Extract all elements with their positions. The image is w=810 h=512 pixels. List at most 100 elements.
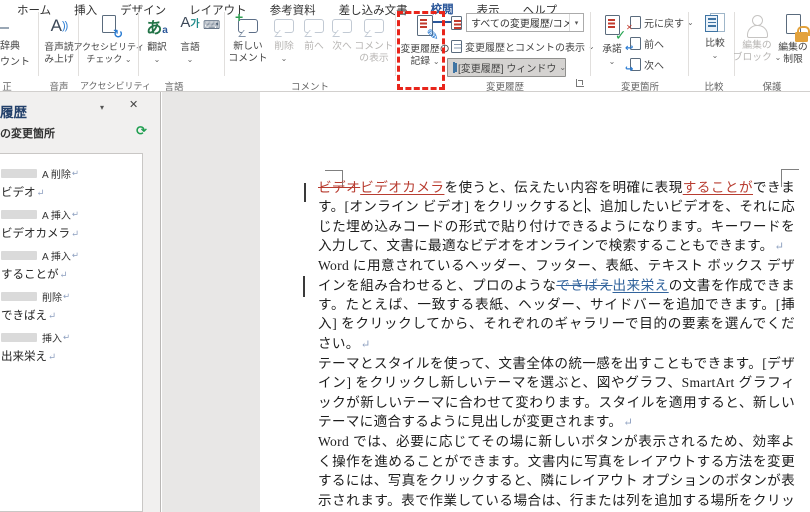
author-name-blur — [1, 292, 37, 301]
document-page[interactable]: ビデオビデオカメラを使うと、伝えたい内容を明確に表現することができます。[オンラ… — [260, 92, 810, 512]
return-mark: ↵ — [63, 291, 71, 301]
change-bar — [303, 276, 305, 297]
revision-author-row: 挿入 ↵ — [1, 331, 142, 345]
revision-action: A 挿入 — [42, 211, 71, 222]
next-change-icon: ↪ — [625, 58, 641, 75]
change-bar — [304, 183, 306, 202]
display-for-review-combobox[interactable]: すべての変更履歴/コメ… ▾ — [466, 13, 584, 32]
refresh-icon[interactable]: ⟳ — [136, 123, 147, 139]
group-label-language: 言語 — [164, 82, 184, 93]
display-for-review-value: すべての変更履歴/コメ… — [471, 19, 569, 30]
return-mark: ↵ — [71, 209, 80, 219]
revision-author-row: A 削除 ↵ — [1, 167, 142, 181]
chevron-down-icon: ⌄ — [124, 54, 132, 64]
translate-button[interactable]: あa 翻訳 ⌄ — [142, 13, 172, 79]
accessibility-check-button[interactable]: ↻ アクセシビリティ チェック ⌄ — [74, 13, 145, 79]
previous-change-icon: ↩ — [625, 37, 641, 54]
return-mark: ↵ — [59, 270, 68, 281]
chevron-down-icon: ⌄ — [559, 62, 567, 72]
reject-icon: ✕ — [626, 16, 641, 32]
author-name-blur — [1, 251, 37, 260]
word-count-button[interactable]: ウント — [0, 53, 30, 68]
clipped-icon — [0, 27, 9, 29]
chevron-down-icon: ⌄ — [432, 56, 440, 66]
reviewing-pane-button[interactable]: [変更履歴] ウィンドウ ⌄ — [447, 58, 566, 77]
revision-item[interactable]: A 挿入 ↵ することが↵ — [0, 249, 142, 290]
pencil-icon: ✎ — [426, 27, 439, 44]
return-mark: ↵ — [71, 229, 80, 240]
revision-text: できばえ↵ — [1, 310, 57, 322]
revision-text: ビデオカメラ↵ — [1, 228, 80, 240]
accessibility-icon: ↻ — [102, 13, 123, 41]
chevron-down-icon: ⌄ — [588, 41, 595, 51]
revision-action: A 削除 — [42, 170, 71, 181]
combo-dropdown-arrow[interactable]: ▾ — [569, 14, 583, 31]
previous-comment-button[interactable]: 前へ — [301, 13, 327, 79]
revision-list[interactable]: A 削除 ↵ ビデオ↵ A 挿入 ↵ ビデオカメラ↵ A 挿入 ↵ することが↵ 削除 ↵ できばえ↵… — [0, 153, 143, 512]
chevron-down-icon: ⌄ — [711, 50, 719, 60]
group-label-speech: 音声 — [49, 82, 69, 93]
tracking-dialog-launcher[interactable] — [576, 79, 584, 87]
revision-action: A 挿入 — [42, 252, 71, 263]
thesaurus-button[interactable]: 辞典 — [0, 37, 20, 52]
author-name-blur — [1, 210, 37, 219]
revision-text: 出来栄え↵ — [1, 351, 57, 363]
document-paragraph: ビデオビデオカメラを使うと、伝えたい内容を明確に表現することができます。[オンラ… — [318, 178, 795, 256]
show-comments-button[interactable]: コメント の表示 — [354, 13, 394, 79]
new-comment-button[interactable]: + 新しい コメント — [228, 10, 267, 79]
pane-menu-button[interactable]: ▾ — [100, 103, 104, 112]
chevron-down-icon: ⌄ — [186, 54, 194, 64]
document-paragraph: テーマとスタイルを使って、文書全体の統一感を出すこともできます。[デザイン] を… — [318, 354, 795, 432]
block-authors-icon — [746, 15, 768, 38]
compare-icon — [705, 13, 725, 33]
return-mark: ↵ — [36, 188, 45, 199]
document-text[interactable]: ビデオビデオカメラを使うと、伝えたい内容を明確に表現することができます。[オンラ… — [318, 178, 795, 512]
revision-author-row: 削除 ↵ — [1, 290, 142, 304]
show-comments-icon — [364, 19, 384, 33]
revision-action: 削除 — [42, 293, 62, 304]
tracked-deletion: できばえ — [556, 277, 613, 293]
show-markup-icon — [451, 40, 462, 53]
delete-comment-button[interactable]: 削除 ⌄ — [270, 13, 298, 79]
ime-dictionary-button[interactable]: ⌨ — [203, 18, 220, 32]
tracked-insertion: 出来栄え — [612, 277, 669, 293]
revision-item[interactable]: 挿入 ↵ 出来栄え↵ — [0, 331, 142, 372]
compare-button[interactable]: 比較 ⌄ — [698, 13, 732, 79]
next-comment-button[interactable]: 次へ — [329, 13, 355, 79]
group-divider — [395, 12, 396, 76]
pane-close-button[interactable]: ✕ — [129, 98, 138, 111]
author-name-blur — [1, 333, 37, 342]
return-mark: ↵ — [63, 332, 71, 342]
text-run: テーマとスタイルを使って、文書全体の統一感を出すこともできます。[デザイン] を… — [318, 356, 795, 430]
restrict-editing-button[interactable]: 編集の 制限 — [777, 13, 810, 79]
group-label-changes: 変更箇所 — [620, 82, 659, 93]
revision-item[interactable]: A 削除 ↵ ビデオ↵ — [0, 167, 142, 208]
reject-button[interactable]: ✕ 元に戻す ⌄ — [626, 13, 694, 32]
revision-item[interactable]: A 挿入 ↵ ビデオカメラ↵ — [0, 208, 142, 249]
previous-comment-icon — [304, 19, 324, 33]
return-mark: ↵ — [360, 337, 371, 351]
return-mark: ↵ — [71, 168, 80, 178]
group-label-compare: 比較 — [704, 82, 724, 93]
accept-button[interactable]: ✓ 承諾 ⌄ — [596, 13, 628, 79]
previous-change-button[interactable]: ↩ 前へ — [625, 34, 664, 54]
document-canvas: ビデオビデオカメラを使うと、伝えたい内容を明確に表現することができます。[オンラ… — [162, 92, 810, 512]
show-markup-button[interactable]: 変更履歴とコメントの表示 ⌄ — [451, 37, 595, 56]
return-mark: ↵ — [623, 416, 634, 430]
tracked-deletion: ビデオ — [318, 180, 361, 195]
return-mark: ↵ — [774, 240, 785, 254]
new-comment-icon: + — [235, 10, 258, 33]
track-changes-button[interactable]: ✎ 変更履歴の 記録 ⌄ — [401, 13, 450, 79]
revision-item[interactable]: 削除 ↵ できばえ↵ — [0, 290, 142, 331]
return-mark: ↵ — [48, 352, 57, 363]
lock-icon — [794, 26, 810, 42]
group-divider — [224, 12, 225, 76]
language-button[interactable]: A가 言語 ⌄ — [176, 13, 204, 79]
next-change-button[interactable]: ↪ 次へ — [625, 55, 664, 75]
read-aloud-button[interactable]: A)) 音声読 み上げ — [42, 13, 76, 79]
block-authors-button[interactable]: 編集の ブロック ⌄ — [733, 13, 781, 79]
tracked-insertion: することが — [682, 180, 753, 195]
group-divider — [688, 12, 689, 76]
track-changes-icon: ✎ — [417, 13, 439, 44]
revision-action: 挿入 — [42, 334, 62, 345]
